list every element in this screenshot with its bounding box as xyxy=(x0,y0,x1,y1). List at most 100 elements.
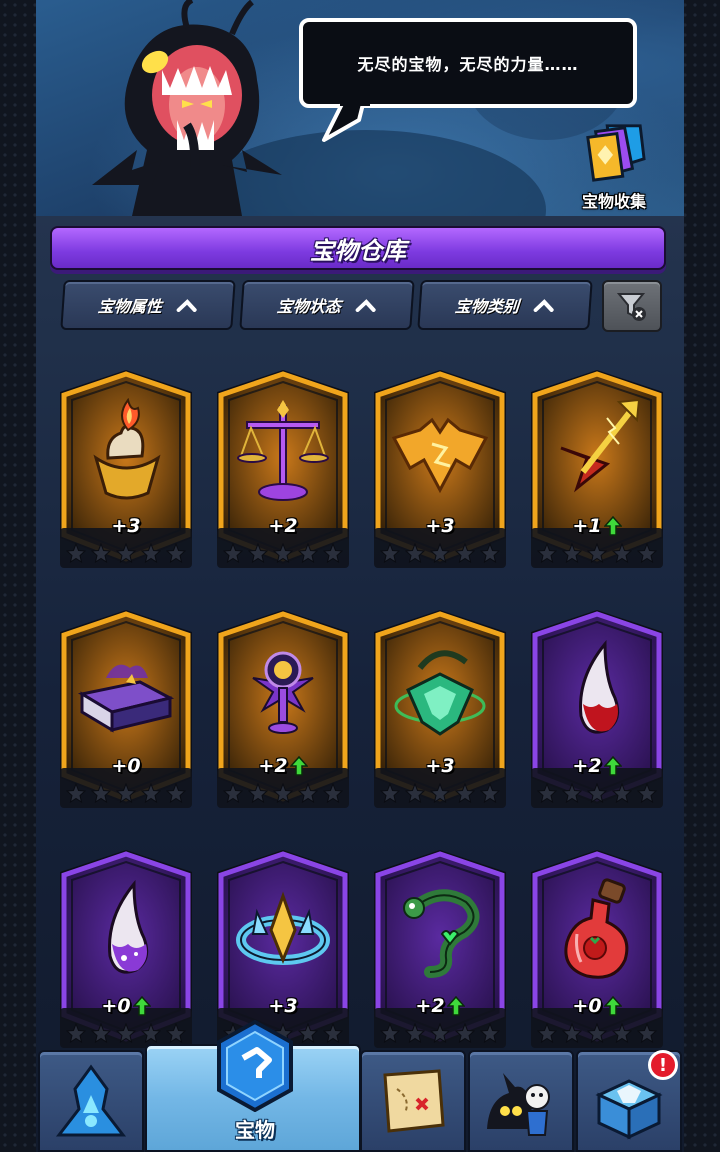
fang-icon xyxy=(579,639,620,734)
empty-star-icon xyxy=(429,783,450,803)
treasure-card[interactable]: +2 xyxy=(527,608,667,818)
empty-star-icon xyxy=(479,1023,500,1043)
empty-star-icon xyxy=(636,543,657,563)
nav-tab-treasure[interactable]: 宝物 xyxy=(145,1020,361,1152)
item-level: +0 xyxy=(572,995,602,1017)
treasure-card[interactable]: +0 xyxy=(56,848,196,1058)
treasure-card[interactable]: +0 xyxy=(527,848,667,1058)
filter-attribute-dropdown[interactable]: 宝物属性 xyxy=(60,280,236,330)
empty-star-icon xyxy=(380,783,401,803)
candle-icon xyxy=(93,398,161,500)
empty-star-icon xyxy=(248,783,269,803)
star-slots xyxy=(378,783,502,805)
empty-star-icon xyxy=(380,1023,401,1043)
filter-clear-icon xyxy=(616,293,646,321)
treasure-card[interactable]: +2 xyxy=(213,368,353,578)
nav-tab-shop[interactable]: ! xyxy=(576,1050,682,1152)
star-slots xyxy=(535,1023,659,1045)
bottom-nav: 宝物 ! xyxy=(36,1020,684,1152)
game-frame: 无尽的宝物，无尽的力量…… 宝物收集 宝物仓库 宝物属性 宝物状态 宝物类别 +… xyxy=(36,0,684,1152)
empty-star-icon xyxy=(479,783,500,803)
empty-star-icon xyxy=(140,1023,161,1043)
serpent-icon xyxy=(403,889,480,978)
empty-star-icon xyxy=(223,783,244,803)
speech-tail xyxy=(322,100,370,142)
filter-status-label: 宝物状态 xyxy=(276,297,342,316)
treasure-collection-icon xyxy=(586,124,646,182)
filter-category-dropdown[interactable]: 宝物类别 xyxy=(417,280,593,330)
treasure-card[interactable]: +2 xyxy=(213,608,353,818)
empty-star-icon xyxy=(165,783,186,803)
lightning-spear-icon xyxy=(560,398,641,493)
filter-status-dropdown[interactable]: 宝物状态 xyxy=(239,280,415,330)
chalice-icon xyxy=(252,651,314,734)
empty-star-icon xyxy=(140,783,161,803)
empty-star-icon xyxy=(562,543,583,563)
nav-tab-heroes[interactable] xyxy=(468,1050,574,1152)
star-slots xyxy=(378,1023,502,1045)
treasure-card[interactable]: +0 xyxy=(56,608,196,818)
empty-star-icon xyxy=(297,543,318,563)
nav-tab-map[interactable] xyxy=(360,1050,466,1152)
book-icon xyxy=(77,664,175,733)
treasure-card[interactable]: +1 xyxy=(527,368,667,578)
empty-star-icon xyxy=(562,783,583,803)
treasure-card[interactable]: +3 xyxy=(370,368,510,578)
scales-icon xyxy=(237,400,329,501)
treasure-hex-icon xyxy=(217,1020,293,1112)
speech-bubble: 无尽的宝物，无尽的力量…… xyxy=(299,18,637,108)
empty-star-icon xyxy=(272,783,293,803)
banner: 无尽的宝物，无尽的力量…… 宝物收集 xyxy=(36,0,684,216)
empty-star-icon xyxy=(91,1023,112,1043)
empty-star-icon xyxy=(405,1023,426,1043)
empty-star-icon xyxy=(537,783,558,803)
treasure-card[interactable]: +3 xyxy=(56,368,196,578)
empty-star-icon xyxy=(297,1023,318,1043)
item-level: +2 xyxy=(572,755,602,777)
chevron-up-icon xyxy=(533,299,554,312)
blue-tower-icon xyxy=(55,1064,127,1137)
empty-star-icon xyxy=(91,783,112,803)
amulet-icon xyxy=(394,650,486,736)
treasure-collection-button[interactable]: 宝物收集 xyxy=(564,120,664,212)
fang-icon xyxy=(108,879,149,974)
empty-star-icon xyxy=(454,1023,475,1043)
empty-star-icon xyxy=(297,783,318,803)
empty-star-icon xyxy=(429,1023,450,1043)
upgrade-arrow-icon xyxy=(446,996,465,1016)
empty-star-icon xyxy=(115,1023,136,1043)
empty-star-icon xyxy=(322,543,343,563)
empty-star-icon xyxy=(611,783,632,803)
empty-star-icon xyxy=(611,1023,632,1043)
filter-attribute-label: 宝物属性 xyxy=(97,297,163,316)
speech-text: 无尽的宝物，无尽的力量…… xyxy=(357,55,579,74)
star-slots xyxy=(64,543,188,565)
empty-star-icon xyxy=(248,543,269,563)
nav-tab-treasure-label: 宝物 xyxy=(235,1118,275,1142)
empty-star-icon xyxy=(586,543,607,563)
empty-star-icon xyxy=(165,543,186,563)
star-slots xyxy=(378,543,502,565)
ring-icon xyxy=(236,891,330,965)
item-level: +3 xyxy=(268,995,298,1017)
clear-filter-button[interactable] xyxy=(602,280,662,332)
nav-tab-tower[interactable] xyxy=(38,1050,144,1152)
empty-star-icon xyxy=(454,543,475,563)
empty-star-icon xyxy=(380,543,401,563)
empty-star-icon xyxy=(115,783,136,803)
empty-star-icon xyxy=(165,1023,186,1043)
upgrade-arrow-icon xyxy=(603,996,622,1016)
heroes-icon xyxy=(487,1073,550,1136)
potion-icon xyxy=(564,878,629,979)
treasure-card[interactable]: +2 xyxy=(370,848,510,1058)
empty-star-icon xyxy=(636,783,657,803)
warehouse-title-bar: 宝物仓库 xyxy=(50,226,666,270)
item-level: +0 xyxy=(111,755,141,777)
empty-star-icon xyxy=(429,543,450,563)
treasure-card[interactable]: +3 xyxy=(370,608,510,818)
empty-star-icon xyxy=(405,783,426,803)
notification-badge: ! xyxy=(648,1050,678,1080)
empty-star-icon xyxy=(223,543,244,563)
empty-star-icon xyxy=(562,1023,583,1043)
demon-character-portrait xyxy=(92,0,282,216)
